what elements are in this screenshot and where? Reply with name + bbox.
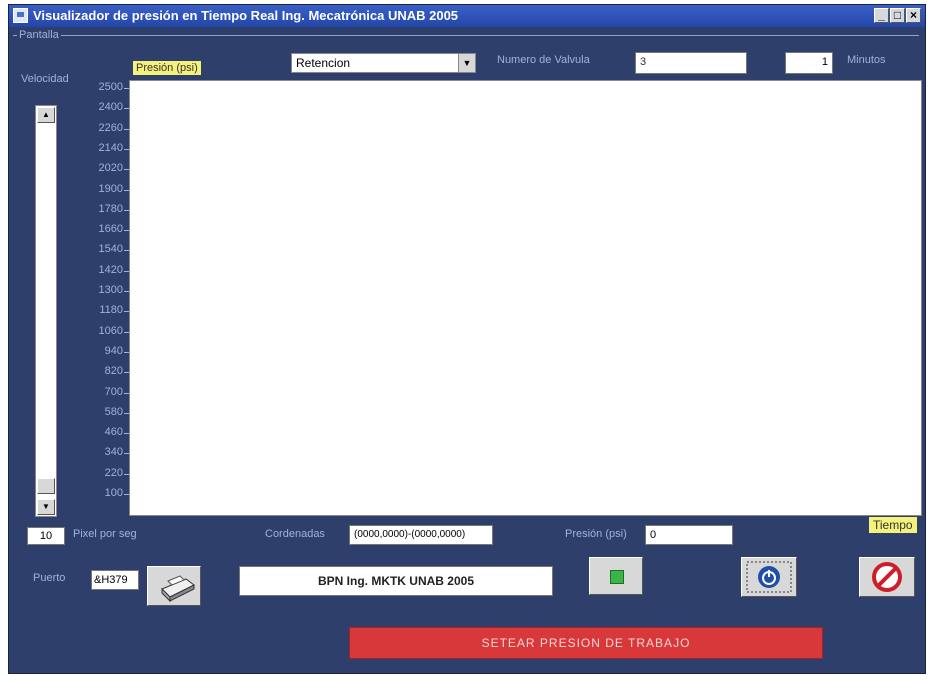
y-tick-label: 1900 <box>93 183 129 195</box>
window-title: Visualizador de presión en Tiempo Real I… <box>33 8 459 23</box>
minimize-button[interactable]: _ <box>874 8 889 23</box>
minutes-label: Minutos <box>847 54 886 66</box>
valve-type-value: Retencion <box>296 56 351 70</box>
y-tick-label: 2020 <box>93 162 129 174</box>
valve-number-field[interactable]: 3 <box>635 52 747 74</box>
y-tick-label: 1300 <box>93 284 129 296</box>
y-tick-label: 460 <box>93 426 129 438</box>
y-tick-label: 580 <box>93 406 129 418</box>
x-axis-label: Tiempo <box>869 517 917 533</box>
y-tick-label: 1180 <box>93 304 129 316</box>
y-tick-label: 1540 <box>93 243 129 255</box>
y-tick-label: 2140 <box>93 142 129 154</box>
y-tick-label: 1780 <box>93 203 129 215</box>
y-tick-label: 1420 <box>93 264 129 276</box>
frame-border <box>13 35 919 36</box>
valve-number-label: Numero de Valvula <box>497 54 590 66</box>
stop-button[interactable] <box>859 557 915 597</box>
y-tick-label: 940 <box>93 345 129 357</box>
chevron-down-icon[interactable]: ▼ <box>458 54 475 72</box>
main-window: Visualizador de presión en Tiempo Real I… <box>8 4 926 674</box>
y-tick-label: 2500 <box>93 81 129 93</box>
y-tick-label: 820 <box>93 365 129 377</box>
app-icon <box>13 8 28 23</box>
y-tick-label: 700 <box>93 386 129 398</box>
coordinates-label: Cordenadas <box>265 528 325 540</box>
valve-type-select[interactable]: Retencion ▼ <box>291 53 476 73</box>
y-tick-label: 1660 <box>93 223 129 235</box>
set-working-pressure-button[interactable]: SETEAR PRESION DE TRABAJO <box>349 627 823 659</box>
y-tick-label: 1060 <box>93 325 129 337</box>
port-field[interactable]: &H379 <box>91 570 139 590</box>
pressure-field: 0 <box>645 525 733 545</box>
printer-icon <box>161 575 195 603</box>
coordinates-field: (0000,0000)-(0000,0000) <box>349 525 493 545</box>
title-bar[interactable]: Visualizador de presión en Tiempo Real I… <box>9 5 925 27</box>
power-icon <box>746 561 792 593</box>
scroll-up-arrow-icon[interactable]: ▲ <box>37 107 55 123</box>
status-banner: BPN Ing. MKTK UNAB 2005 <box>239 566 553 596</box>
speed-scrollbar[interactable]: ▲ ▼ <box>35 105 57 517</box>
port-label: Puerto <box>33 572 66 584</box>
y-tick-label: 220 <box>93 467 129 479</box>
pressure-plot-area[interactable] <box>129 80 922 516</box>
power-button[interactable] <box>741 557 797 597</box>
y-axis-label: Presión (psi) <box>133 61 201 75</box>
stop-icon <box>872 562 902 592</box>
y-tick-label: 2400 <box>93 101 129 113</box>
scroll-down-arrow-icon[interactable]: ▼ <box>37 499 55 515</box>
close-button[interactable]: × <box>906 8 921 23</box>
y-tick-label: 2260 <box>93 122 129 134</box>
printer-button[interactable] <box>147 566 201 606</box>
pixel-per-second-field[interactable]: 10 <box>27 527 65 545</box>
y-tick-label: 100 <box>93 487 129 499</box>
y-tick-label: 340 <box>93 446 129 458</box>
speed-label: Velocidad <box>21 73 69 85</box>
pressure-label: Presión (psi) <box>565 528 627 540</box>
start-button[interactable] <box>589 557 643 595</box>
pixel-per-second-label: Pixel por seg <box>73 528 137 540</box>
scroll-thumb[interactable] <box>37 478 55 494</box>
maximize-button[interactable]: □ <box>890 8 905 23</box>
green-square-icon <box>610 570 624 584</box>
minutes-field[interactable]: 1 <box>785 52 833 74</box>
plot-canvas <box>130 81 921 515</box>
frame-label: Pantalla <box>17 29 61 41</box>
